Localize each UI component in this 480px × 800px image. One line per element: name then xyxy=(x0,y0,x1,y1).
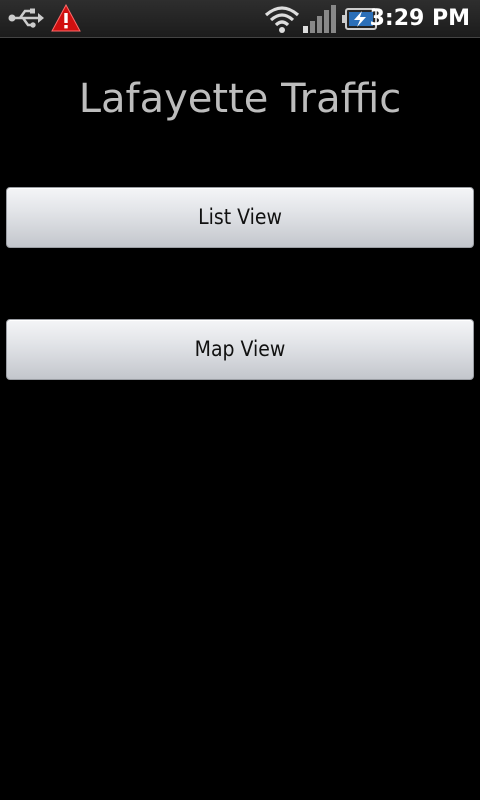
warning-icon xyxy=(51,3,81,36)
usb-icon xyxy=(8,7,44,33)
wifi-icon xyxy=(264,4,300,38)
map-view-button[interactable]: Map View xyxy=(6,319,474,380)
app-title: Lafayette Traffic xyxy=(78,76,402,122)
status-time: 3:29 PM xyxy=(369,6,470,31)
status-bar: 3:29 PM xyxy=(0,0,480,38)
signal-icon xyxy=(302,4,338,38)
list-view-button[interactable]: List View xyxy=(6,187,474,248)
